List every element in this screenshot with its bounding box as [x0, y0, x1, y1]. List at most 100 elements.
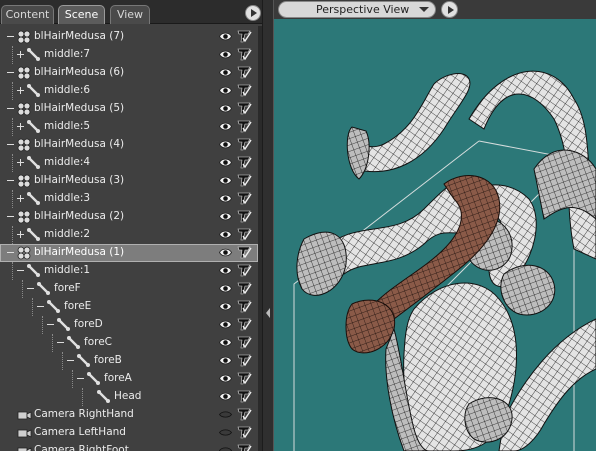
- checkmark-hand-icon[interactable]: [237, 317, 252, 332]
- collapse-icon[interactable]: [6, 212, 15, 221]
- eye-icon[interactable]: [219, 157, 232, 168]
- checkmark-hand-icon[interactable]: [237, 371, 252, 386]
- eye-icon[interactable]: [219, 211, 232, 222]
- panel-menu-arrow-icon[interactable]: [245, 5, 261, 21]
- eye-icon[interactable]: [219, 355, 232, 366]
- eye-icon[interactable]: [219, 373, 232, 384]
- eye-icon[interactable]: [219, 103, 232, 114]
- tree-row[interactable]: blHairMedusa (3): [0, 172, 258, 190]
- eye-icon[interactable]: [219, 265, 232, 276]
- collapse-icon[interactable]: [6, 248, 15, 257]
- checkmark-hand-icon[interactable]: [237, 353, 252, 368]
- panel-splitter[interactable]: [262, 0, 274, 451]
- tree-row[interactable]: middle:1: [0, 262, 258, 280]
- eye-icon[interactable]: [219, 319, 232, 330]
- eye-icon[interactable]: [219, 121, 232, 132]
- checkmark-hand-icon[interactable]: [237, 443, 252, 451]
- collapse-icon[interactable]: [6, 68, 15, 77]
- checkmark-hand-icon[interactable]: [237, 389, 252, 404]
- viewport[interactable]: Perspective View: [274, 0, 596, 451]
- expand-icon[interactable]: [16, 158, 25, 167]
- collapse-icon[interactable]: [46, 320, 55, 329]
- eye-icon[interactable]: [219, 247, 232, 258]
- tree-row[interactable]: foreA: [0, 370, 258, 388]
- checkmark-hand-icon[interactable]: [237, 209, 252, 224]
- tree-row[interactable]: middle:3: [0, 190, 258, 208]
- checkmark-hand-icon[interactable]: [237, 227, 252, 242]
- eye-icon[interactable]: [219, 229, 232, 240]
- checkmark-hand-icon[interactable]: [237, 173, 252, 188]
- checkmark-hand-icon[interactable]: [237, 101, 252, 116]
- eye-icon[interactable]: [219, 67, 232, 78]
- checkmark-hand-icon[interactable]: [237, 155, 252, 170]
- checkmark-hand-icon[interactable]: [237, 65, 252, 80]
- viewport-menu-arrow-icon[interactable]: [441, 1, 458, 18]
- checkmark-hand-icon[interactable]: [237, 137, 252, 152]
- tree-row[interactable]: foreC: [0, 334, 258, 352]
- tree-row[interactable]: middle:5: [0, 118, 258, 136]
- eye-icon[interactable]: [219, 85, 232, 96]
- eye-icon[interactable]: [219, 391, 232, 402]
- tree-row[interactable]: foreB: [0, 352, 258, 370]
- collapse-icon[interactable]: [36, 302, 45, 311]
- expand-icon[interactable]: [16, 230, 25, 239]
- tree-row[interactable]: middle:7: [0, 46, 258, 64]
- tree-row[interactable]: Head: [0, 388, 258, 406]
- checkmark-hand-icon[interactable]: [237, 119, 252, 134]
- checkmark-hand-icon[interactable]: [237, 83, 252, 98]
- eye-icon[interactable]: [219, 175, 232, 186]
- collapse-icon[interactable]: [6, 32, 15, 41]
- eye-icon[interactable]: [219, 31, 232, 42]
- eye-icon[interactable]: [219, 193, 232, 204]
- tree-row[interactable]: Camera LeftHand: [0, 424, 258, 442]
- tree-row[interactable]: middle:4: [0, 154, 258, 172]
- collapse-icon[interactable]: [6, 176, 15, 185]
- collapse-icon[interactable]: [66, 356, 75, 365]
- eye-icon[interactable]: [219, 49, 232, 60]
- checkmark-hand-icon[interactable]: [237, 299, 252, 314]
- eye-closed-icon[interactable]: [219, 409, 232, 420]
- tab-scene[interactable]: Scene: [58, 5, 105, 24]
- tree-row[interactable]: foreE: [0, 298, 258, 316]
- tree-row[interactable]: blHairMedusa (4): [0, 136, 258, 154]
- collapse-icon[interactable]: [76, 374, 85, 383]
- tree-row[interactable]: foreD: [0, 316, 258, 334]
- medusa-hair-wireframe[interactable]: [274, 19, 596, 451]
- checkmark-hand-icon[interactable]: [237, 47, 252, 62]
- tree-row[interactable]: middle:2: [0, 226, 258, 244]
- tab-view[interactable]: View: [110, 5, 150, 24]
- tree-row[interactable]: Camera RightHand: [0, 406, 258, 424]
- checkmark-hand-icon[interactable]: [237, 425, 252, 440]
- tree-row[interactable]: blHairMedusa (6): [0, 64, 258, 82]
- checkmark-hand-icon[interactable]: [237, 245, 252, 260]
- collapse-icon[interactable]: [6, 104, 15, 113]
- tab-content[interactable]: Content: [1, 5, 54, 24]
- collapse-icon[interactable]: [26, 284, 35, 293]
- checkmark-hand-icon[interactable]: [237, 407, 252, 422]
- tree-row[interactable]: foreF: [0, 280, 258, 298]
- eye-icon[interactable]: [219, 139, 232, 150]
- eye-closed-icon[interactable]: [219, 427, 232, 438]
- collapse-icon[interactable]: [16, 266, 25, 275]
- collapse-icon[interactable]: [56, 338, 65, 347]
- tree-row[interactable]: blHairMedusa (1): [0, 244, 258, 262]
- tree-row[interactable]: blHairMedusa (7): [0, 28, 258, 46]
- collapse-icon[interactable]: [6, 140, 15, 149]
- checkmark-hand-icon[interactable]: [237, 335, 252, 350]
- eye-icon[interactable]: [219, 283, 232, 294]
- tree-row[interactable]: Camera RightFoot: [0, 442, 258, 451]
- collapse-arrow-icon[interactable]: [266, 306, 271, 320]
- checkmark-hand-icon[interactable]: [237, 191, 252, 206]
- eye-icon[interactable]: [219, 337, 232, 348]
- tree-row[interactable]: blHairMedusa (2): [0, 208, 258, 226]
- tree-row[interactable]: middle:6: [0, 82, 258, 100]
- expand-icon[interactable]: [16, 122, 25, 131]
- eye-closed-icon[interactable]: [219, 445, 232, 451]
- expand-icon[interactable]: [16, 50, 25, 59]
- expand-icon[interactable]: [16, 194, 25, 203]
- checkmark-hand-icon[interactable]: [237, 263, 252, 278]
- eye-icon[interactable]: [219, 301, 232, 312]
- tree-row[interactable]: blHairMedusa (5): [0, 100, 258, 118]
- expand-icon[interactable]: [16, 86, 25, 95]
- checkmark-hand-icon[interactable]: [237, 281, 252, 296]
